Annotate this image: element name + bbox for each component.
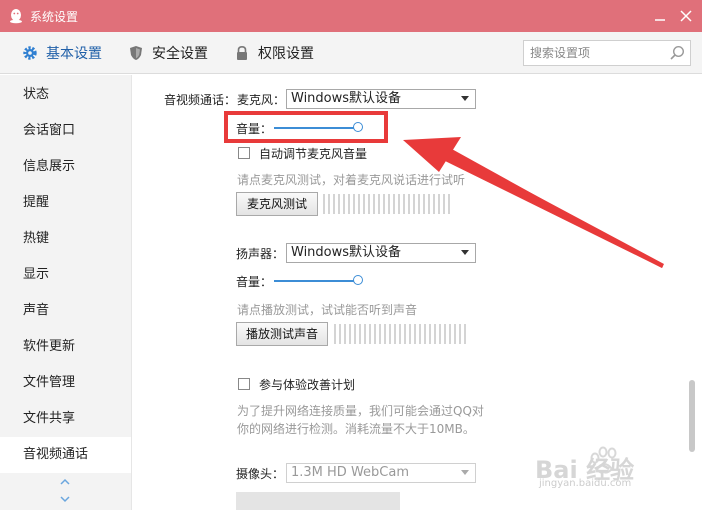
watermark-url: jingyan.baidu.com [539,478,632,489]
baidu-watermark: Bai 经验 jingyan.baidu.com [527,436,697,496]
annotation-arrow [403,137,664,268]
